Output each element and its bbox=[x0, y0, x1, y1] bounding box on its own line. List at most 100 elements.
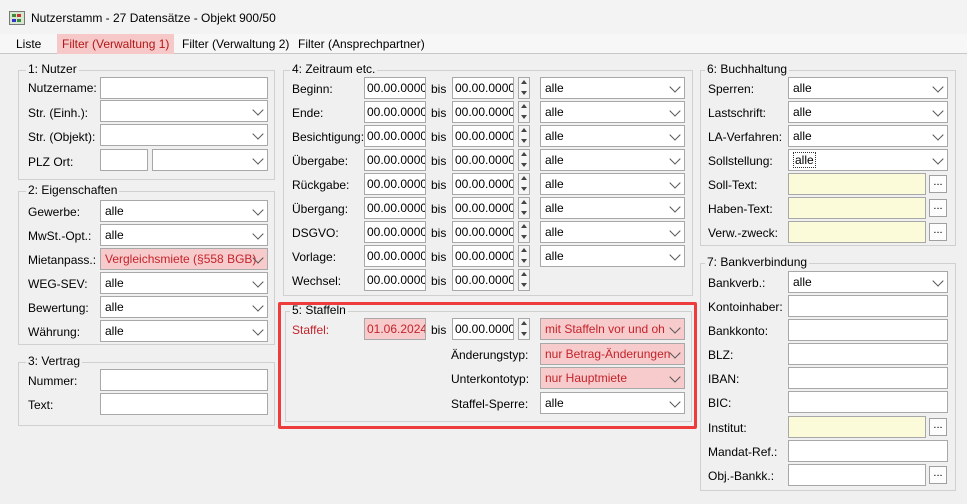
iban-label: IBAN: bbox=[708, 372, 740, 386]
beginn-spinner[interactable] bbox=[518, 77, 530, 99]
vorlage-from-input[interactable]: 00.00.0000 bbox=[364, 245, 426, 267]
sperren-label: Sperren: bbox=[708, 82, 755, 96]
wechsel-to-input[interactable]: 00.00.0000 bbox=[452, 269, 514, 291]
bic-input[interactable] bbox=[788, 391, 948, 413]
institut-browse-button[interactable]: ... bbox=[929, 418, 947, 436]
soll-text-browse-button[interactable]: ... bbox=[929, 175, 947, 193]
ort-select[interactable] bbox=[152, 149, 268, 171]
uebergang-label: Übergang: bbox=[292, 202, 349, 216]
rueckgabe-to-input[interactable]: 00.00.0000 bbox=[452, 173, 514, 195]
uebergang-from-input[interactable]: 00.00.0000 bbox=[364, 197, 426, 219]
ende-from-input[interactable]: 00.00.0000 bbox=[364, 101, 426, 123]
dsgvo-option-select[interactable]: alle bbox=[540, 221, 685, 243]
ende-option-select[interactable]: alle bbox=[540, 101, 685, 123]
wechsel-spinner[interactable] bbox=[518, 269, 530, 291]
waehrung-select[interactable]: alle bbox=[100, 320, 268, 342]
la-verfahren-select[interactable]: alle bbox=[788, 125, 948, 147]
tab-filter-ansprechpartner[interactable]: Filter (Ansprechpartner) bbox=[293, 34, 430, 54]
uebergang-option-select[interactable]: alle bbox=[540, 197, 685, 219]
chevron-down-icon bbox=[252, 204, 264, 216]
uebergabe-option-select[interactable]: alle bbox=[540, 149, 685, 171]
ende-label: Ende: bbox=[292, 106, 324, 120]
str-einh-label: Str. (Einh.): bbox=[28, 106, 89, 120]
chevron-down-icon bbox=[932, 153, 944, 165]
besichtigung-option-select[interactable]: alle bbox=[540, 125, 685, 147]
nutzername-input[interactable] bbox=[100, 77, 268, 99]
obj-bankk-input[interactable] bbox=[788, 464, 926, 486]
besichtigung-to-input[interactable]: 00.00.0000 bbox=[452, 125, 514, 147]
text-input[interactable] bbox=[100, 393, 268, 415]
bis-label: bis bbox=[431, 82, 447, 96]
uebergabe-from-input[interactable]: 00.00.0000 bbox=[364, 149, 426, 171]
besichtigung-from-input[interactable]: 00.00.0000 bbox=[364, 125, 426, 147]
plz-input[interactable] bbox=[100, 149, 148, 171]
weg-sev-label: WEG-SEV: bbox=[28, 277, 88, 291]
wechsel-from-input[interactable]: 00.00.0000 bbox=[364, 269, 426, 291]
bis-label: bis bbox=[431, 274, 447, 288]
arrow-down-icon bbox=[521, 115, 527, 119]
vorlage-to-input[interactable]: 00.00.0000 bbox=[452, 245, 514, 267]
uebergang-to-input[interactable]: 00.00.0000 bbox=[452, 197, 514, 219]
sperren-value: alle bbox=[793, 81, 812, 95]
blz-input[interactable] bbox=[788, 343, 948, 365]
sollstellung-select[interactable]: alle bbox=[788, 149, 948, 171]
dsgvo-spinner[interactable] bbox=[518, 221, 530, 243]
besichtigung-spinner[interactable] bbox=[518, 125, 530, 147]
beginn-option-select[interactable]: alle bbox=[540, 77, 685, 99]
obj-bankk-browse-button[interactable]: ... bbox=[929, 466, 947, 484]
str-objekt-select[interactable] bbox=[100, 124, 268, 146]
tab-bar: Liste Filter (Verwaltung 1) Filter (Verw… bbox=[0, 34, 967, 54]
beginn-from-input[interactable]: 00.00.0000 bbox=[364, 77, 426, 99]
nummer-label: Nummer: bbox=[28, 374, 78, 388]
bankverb-select[interactable]: alle bbox=[788, 271, 948, 293]
vorlage-spinner[interactable] bbox=[518, 245, 530, 267]
vorlage-option-select[interactable]: alle bbox=[540, 245, 685, 267]
lastschrift-select[interactable]: alle bbox=[788, 101, 948, 123]
tab-filter-verwaltung-1[interactable]: Filter (Verwaltung 1) bbox=[57, 34, 175, 54]
tab-liste[interactable]: Liste bbox=[11, 34, 46, 54]
mwst-opt-select[interactable]: alle bbox=[100, 224, 268, 246]
sperren-select[interactable]: alle bbox=[788, 77, 948, 99]
bankkonto-input[interactable] bbox=[788, 319, 948, 341]
verw-zweck-input[interactable] bbox=[788, 221, 926, 243]
arrow-up-icon bbox=[521, 272, 527, 276]
str-einh-select[interactable] bbox=[100, 100, 268, 122]
lastschrift-value: alle bbox=[793, 105, 812, 119]
verw-zweck-label: Verw.-zweck: bbox=[708, 226, 779, 240]
beginn-to-input[interactable]: 00.00.0000 bbox=[452, 77, 514, 99]
kontoinhaber-input[interactable] bbox=[788, 295, 948, 317]
bic-label: BIC: bbox=[708, 396, 732, 410]
mandat-ref-input[interactable] bbox=[788, 440, 948, 462]
sollstellung-label: Sollstellung: bbox=[708, 154, 773, 168]
nummer-input[interactable] bbox=[100, 369, 268, 391]
haben-text-input[interactable] bbox=[788, 197, 926, 219]
uebergabe-spinner[interactable] bbox=[518, 149, 530, 171]
tab-filter-verwaltung-2[interactable]: Filter (Verwaltung 2) bbox=[177, 34, 294, 54]
ende-to-input[interactable]: 00.00.0000 bbox=[452, 101, 514, 123]
soll-text-input[interactable] bbox=[788, 173, 926, 195]
mwst-opt-value: alle bbox=[105, 228, 124, 242]
uebergabe-to-input[interactable]: 00.00.0000 bbox=[452, 149, 514, 171]
gewerbe-select[interactable]: alle bbox=[100, 200, 268, 222]
institut-input[interactable] bbox=[788, 416, 926, 438]
verw-zweck-browse-button[interactable]: ... bbox=[929, 223, 947, 241]
rueckgabe-option-select[interactable]: alle bbox=[540, 173, 685, 195]
vorlage-option-value: alle bbox=[545, 249, 564, 263]
dsgvo-to-input[interactable]: 00.00.0000 bbox=[452, 221, 514, 243]
chevron-down-icon bbox=[669, 249, 681, 261]
iban-input[interactable] bbox=[788, 367, 948, 389]
rueckgabe-spinner[interactable] bbox=[518, 173, 530, 195]
bewertung-select[interactable]: alle bbox=[100, 296, 268, 318]
mwst-opt-label: MwSt.-Opt.: bbox=[28, 229, 92, 243]
mietanpass-select[interactable]: Vergleichsmiete (§558 BGB) bbox=[100, 248, 268, 270]
haben-text-browse-button[interactable]: ... bbox=[929, 199, 947, 217]
lastschrift-label: Lastschrift: bbox=[708, 106, 767, 120]
weg-sev-select[interactable]: alle bbox=[100, 272, 268, 294]
group-buchhaltung-label: 6: Buchhaltung bbox=[705, 62, 790, 76]
uebergabe-label: Übergabe: bbox=[292, 154, 349, 168]
arrow-down-icon bbox=[521, 91, 527, 95]
uebergang-spinner[interactable] bbox=[518, 197, 530, 219]
rueckgabe-from-input[interactable]: 00.00.0000 bbox=[364, 173, 426, 195]
ende-spinner[interactable] bbox=[518, 101, 530, 123]
dsgvo-from-input[interactable]: 00.00.0000 bbox=[364, 221, 426, 243]
